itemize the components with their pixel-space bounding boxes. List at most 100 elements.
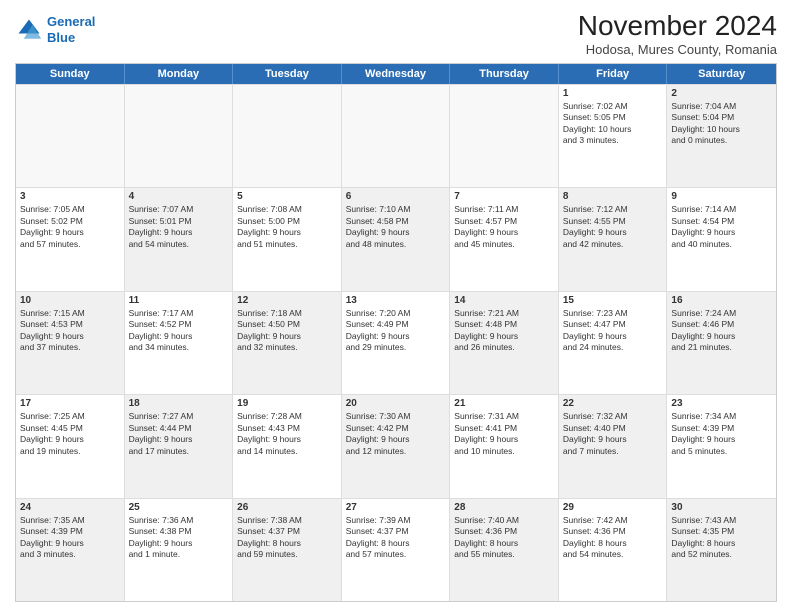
cell-line: Daylight: 9 hours: [346, 227, 446, 238]
cell-line: Sunrise: 7:08 AM: [237, 204, 337, 215]
calendar-cell: 15Sunrise: 7:23 AMSunset: 4:47 PMDayligh…: [559, 292, 668, 394]
day-number: 20: [346, 398, 446, 409]
day-number: 5: [237, 191, 337, 202]
cell-line: Sunrise: 7:40 AM: [454, 515, 554, 526]
cell-line: Sunrise: 7:11 AM: [454, 204, 554, 215]
day-number: 3: [20, 191, 120, 202]
cell-line: Sunrise: 7:39 AM: [346, 515, 446, 526]
day-number: 6: [346, 191, 446, 202]
day-number: 10: [20, 295, 120, 306]
cell-line: and 19 minutes.: [20, 446, 120, 457]
cell-line: Sunrise: 7:28 AM: [237, 411, 337, 422]
cell-line: Sunset: 4:53 PM: [20, 319, 120, 330]
cell-line: Daylight: 10 hours: [563, 124, 663, 135]
cell-line: Daylight: 8 hours: [454, 538, 554, 549]
day-number: 7: [454, 191, 554, 202]
day-number: 30: [671, 502, 772, 513]
cell-line: Daylight: 9 hours: [237, 331, 337, 342]
calendar-cell: 7Sunrise: 7:11 AMSunset: 4:57 PMDaylight…: [450, 188, 559, 290]
cell-line: Sunset: 4:44 PM: [129, 423, 229, 434]
cell-line: and 3 minutes.: [20, 549, 120, 560]
month-title: November 2024: [578, 10, 777, 42]
cell-line: and 45 minutes.: [454, 239, 554, 250]
day-number: 19: [237, 398, 337, 409]
calendar-cell: 2Sunrise: 7:04 AMSunset: 5:04 PMDaylight…: [667, 85, 776, 187]
cell-line: Sunrise: 7:20 AM: [346, 308, 446, 319]
cell-line: Daylight: 8 hours: [346, 538, 446, 549]
cell-line: Daylight: 9 hours: [129, 227, 229, 238]
cell-line: Sunset: 4:45 PM: [20, 423, 120, 434]
location: Hodosa, Mures County, Romania: [578, 42, 777, 57]
cell-line: Daylight: 8 hours: [671, 538, 772, 549]
cell-line: Daylight: 9 hours: [20, 227, 120, 238]
calendar-row: 1Sunrise: 7:02 AMSunset: 5:05 PMDaylight…: [16, 84, 776, 187]
cell-line: Daylight: 9 hours: [671, 331, 772, 342]
calendar-cell: 16Sunrise: 7:24 AMSunset: 4:46 PMDayligh…: [667, 292, 776, 394]
calendar-cell: 3Sunrise: 7:05 AMSunset: 5:02 PMDaylight…: [16, 188, 125, 290]
day-number: 11: [129, 295, 229, 306]
calendar-cell: 29Sunrise: 7:42 AMSunset: 4:36 PMDayligh…: [559, 499, 668, 601]
cell-line: Sunset: 4:38 PM: [129, 526, 229, 537]
calendar-cell: 23Sunrise: 7:34 AMSunset: 4:39 PMDayligh…: [667, 395, 776, 497]
cell-line: Daylight: 9 hours: [129, 434, 229, 445]
cell-line: and 7 minutes.: [563, 446, 663, 457]
title-block: November 2024 Hodosa, Mures County, Roma…: [578, 10, 777, 57]
weekday-header: Thursday: [450, 64, 559, 84]
cell-line: Daylight: 9 hours: [129, 331, 229, 342]
cell-line: Sunrise: 7:38 AM: [237, 515, 337, 526]
cell-line: Sunset: 4:50 PM: [237, 319, 337, 330]
cell-line: Sunrise: 7:21 AM: [454, 308, 554, 319]
calendar-cell: 30Sunrise: 7:43 AMSunset: 4:35 PMDayligh…: [667, 499, 776, 601]
calendar-cell: 18Sunrise: 7:27 AMSunset: 4:44 PMDayligh…: [125, 395, 234, 497]
weekday-header: Sunday: [16, 64, 125, 84]
cell-line: Daylight: 9 hours: [563, 434, 663, 445]
cell-line: Sunset: 4:39 PM: [671, 423, 772, 434]
calendar-cell: 8Sunrise: 7:12 AMSunset: 4:55 PMDaylight…: [559, 188, 668, 290]
cell-line: Sunset: 4:37 PM: [346, 526, 446, 537]
calendar-cell: [16, 85, 125, 187]
cell-line: Sunrise: 7:31 AM: [454, 411, 554, 422]
page: General Blue November 2024 Hodosa, Mures…: [0, 0, 792, 612]
day-number: 27: [346, 502, 446, 513]
day-number: 18: [129, 398, 229, 409]
cell-line: Sunset: 4:39 PM: [20, 526, 120, 537]
cell-line: and 52 minutes.: [671, 549, 772, 560]
cell-line: and 21 minutes.: [671, 342, 772, 353]
calendar-cell: 21Sunrise: 7:31 AMSunset: 4:41 PMDayligh…: [450, 395, 559, 497]
cell-line: and 57 minutes.: [346, 549, 446, 560]
cell-line: Daylight: 9 hours: [129, 538, 229, 549]
cell-line: Daylight: 9 hours: [454, 331, 554, 342]
calendar-cell: 14Sunrise: 7:21 AMSunset: 4:48 PMDayligh…: [450, 292, 559, 394]
calendar-cell: [342, 85, 451, 187]
calendar-cell: 5Sunrise: 7:08 AMSunset: 5:00 PMDaylight…: [233, 188, 342, 290]
cell-line: Sunset: 4:40 PM: [563, 423, 663, 434]
calendar-cell: 28Sunrise: 7:40 AMSunset: 4:36 PMDayligh…: [450, 499, 559, 601]
day-number: 16: [671, 295, 772, 306]
calendar-cell: [233, 85, 342, 187]
day-number: 29: [563, 502, 663, 513]
cell-line: Sunset: 4:58 PM: [346, 216, 446, 227]
calendar-row: 24Sunrise: 7:35 AMSunset: 4:39 PMDayligh…: [16, 498, 776, 601]
calendar-cell: 19Sunrise: 7:28 AMSunset: 4:43 PMDayligh…: [233, 395, 342, 497]
day-number: 12: [237, 295, 337, 306]
cell-line: Sunrise: 7:05 AM: [20, 204, 120, 215]
calendar-cell: 25Sunrise: 7:36 AMSunset: 4:38 PMDayligh…: [125, 499, 234, 601]
cell-line: and 14 minutes.: [237, 446, 337, 457]
cell-line: and 40 minutes.: [671, 239, 772, 250]
cell-line: Daylight: 9 hours: [20, 538, 120, 549]
cell-line: Daylight: 10 hours: [671, 124, 772, 135]
day-number: 15: [563, 295, 663, 306]
day-number: 26: [237, 502, 337, 513]
cell-line: and 51 minutes.: [237, 239, 337, 250]
cell-line: Daylight: 9 hours: [20, 434, 120, 445]
logo: General Blue: [15, 14, 95, 45]
cell-line: Sunset: 4:47 PM: [563, 319, 663, 330]
calendar: SundayMondayTuesdayWednesdayThursdayFrid…: [15, 63, 777, 602]
day-number: 21: [454, 398, 554, 409]
cell-line: Sunrise: 7:23 AM: [563, 308, 663, 319]
calendar-cell: 22Sunrise: 7:32 AMSunset: 4:40 PMDayligh…: [559, 395, 668, 497]
cell-line: and 17 minutes.: [129, 446, 229, 457]
cell-line: Sunset: 4:36 PM: [454, 526, 554, 537]
logo-line2: Blue: [47, 30, 75, 45]
cell-line: Sunrise: 7:02 AM: [563, 101, 663, 112]
